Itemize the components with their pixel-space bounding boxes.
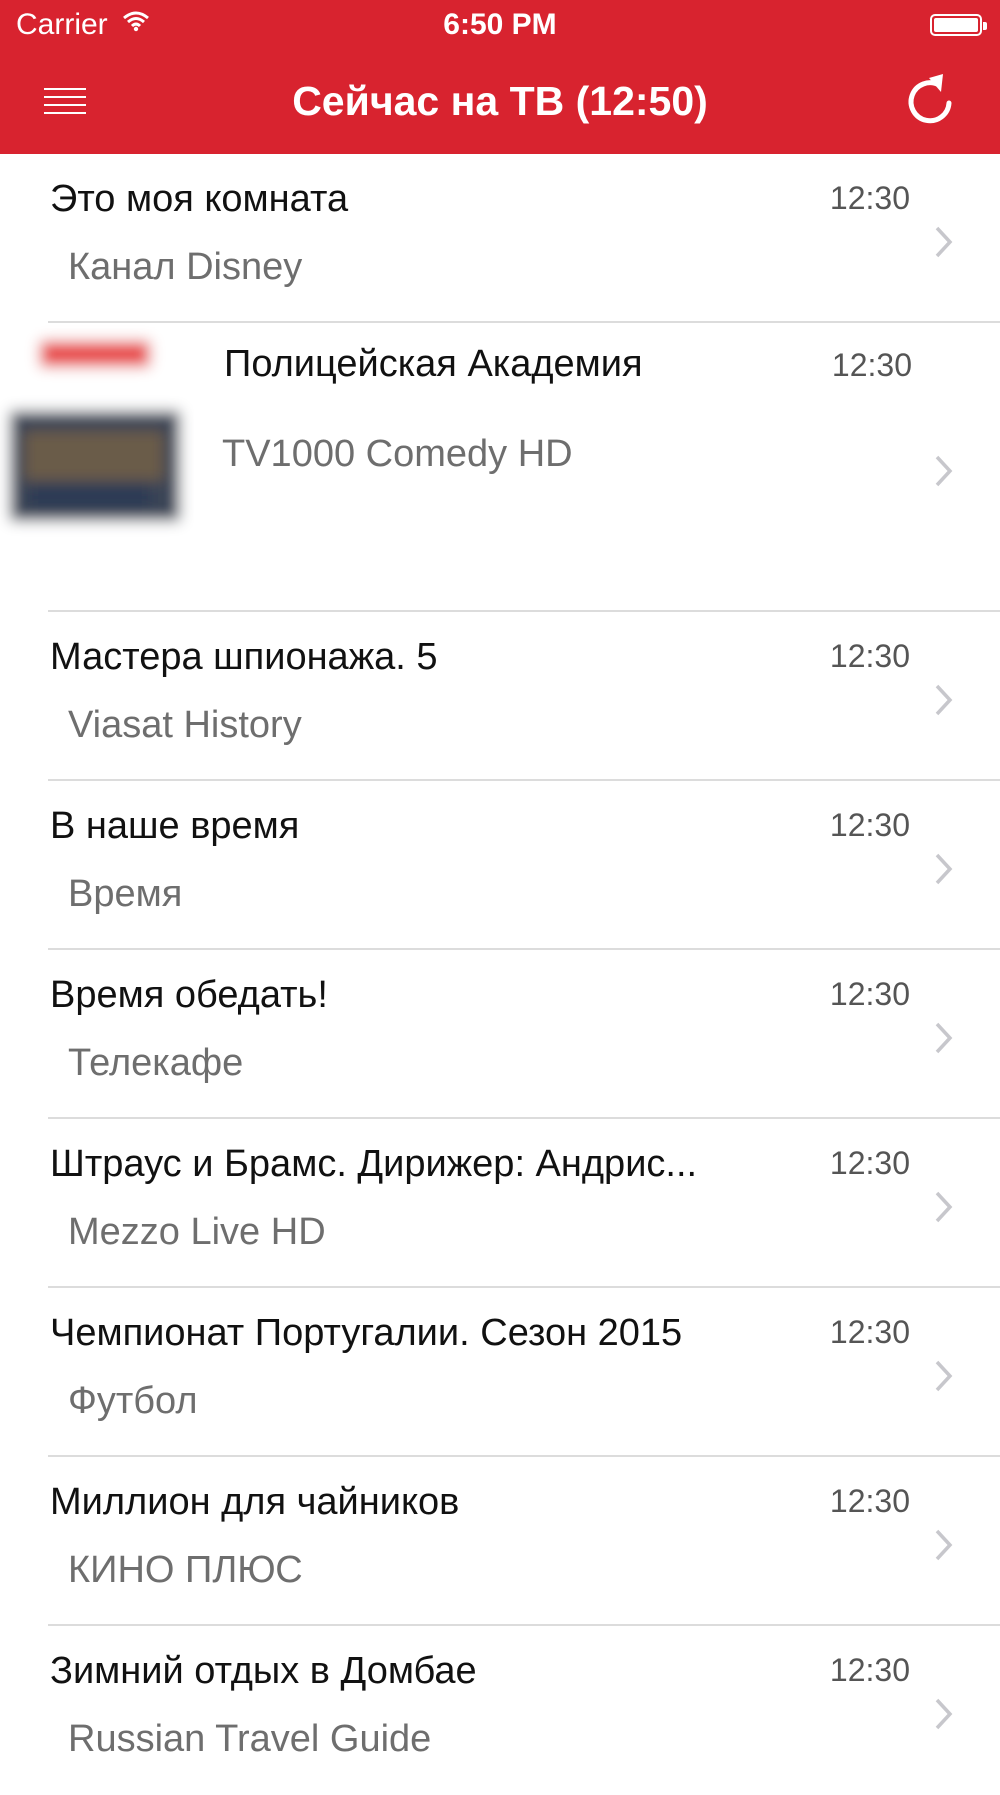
program-title: Чемпионат Португалии. Сезон 2015 — [50, 1312, 683, 1354]
channel-name: КИНО ПЛЮС — [68, 1549, 303, 1591]
program-time: 12:30 — [829, 1145, 910, 1181]
program-time: 12:30 — [829, 1652, 910, 1688]
channel-name: Viasat History — [68, 704, 302, 746]
program-title: Полицейская Академия — [224, 343, 643, 385]
navigation-bar: Carrier 6:50 PM Сейчас на ТВ (12:50) — [0, 0, 1000, 154]
channel-name: TV1000 Comedy HD — [222, 433, 573, 475]
page-title: Сейчас на ТВ (12:50) — [292, 78, 708, 124]
list-item[interactable]: Время обедать! Телекафе 12:30 — [0, 950, 1000, 1119]
chevron-right-icon — [935, 1022, 953, 1054]
chevron-right-icon — [935, 1529, 953, 1561]
list-item[interactable]: В наше время Время 12:30 — [0, 781, 1000, 950]
refresh-icon[interactable] — [902, 70, 958, 128]
list-item[interactable]: Это моя комната Канал Disney 12:30 — [0, 154, 1000, 323]
list-item[interactable]: Полицейская Академия TV1000 Comedy HD 12… — [0, 323, 1000, 612]
status-bar: Carrier 6:50 PM — [0, 0, 1000, 50]
channel-name: Телекафе — [68, 1042, 244, 1084]
list-item[interactable]: Зимний отдых в Домбае Russian Travel Gui… — [0, 1626, 1000, 1795]
program-title: Это моя комната — [50, 178, 349, 220]
channel-name: Канал Disney — [68, 246, 303, 288]
program-time: 12:30 — [829, 180, 910, 216]
program-thumbnail — [0, 323, 194, 593]
program-title: Мастера шпионажа. 5 — [50, 636, 438, 678]
program-title: В наше время — [50, 805, 300, 847]
program-time: 12:30 — [829, 976, 910, 1012]
chevron-right-icon — [935, 1191, 953, 1223]
program-list: Это моя комната Канал Disney 12:30 Полиц… — [0, 154, 1000, 1795]
program-time: 12:30 — [829, 638, 910, 674]
chevron-right-icon — [935, 684, 953, 716]
status-time: 6:50 PM — [443, 8, 557, 41]
chevron-right-icon — [935, 1360, 953, 1392]
chevron-right-icon — [935, 455, 953, 487]
chevron-right-icon — [935, 1698, 953, 1730]
program-title: Штраус и Брамс. Дирижер: Андрис... — [50, 1143, 698, 1185]
list-item[interactable]: Мастера шпионажа. 5 Viasat History 12:30 — [0, 612, 1000, 781]
channel-name: Время — [68, 873, 183, 915]
list-item[interactable]: Миллион для чайников КИНО ПЛЮС 12:30 — [0, 1457, 1000, 1626]
chevron-right-icon — [935, 226, 953, 258]
program-time: 12:30 — [829, 1314, 910, 1350]
battery-icon — [930, 14, 987, 36]
program-title: Миллион для чайников — [50, 1481, 460, 1523]
program-title: Время обедать! — [50, 974, 328, 1016]
list-item[interactable]: Чемпионат Португалии. Сезон 2015 Футбол … — [0, 1288, 1000, 1457]
list-item[interactable]: Штраус и Брамс. Дирижер: Андрис... Mezzo… — [0, 1119, 1000, 1288]
program-time: 12:30 — [829, 1483, 910, 1519]
channel-name: Russian Travel Guide — [68, 1718, 432, 1760]
channel-name: Mezzo Live HD — [68, 1211, 326, 1253]
channel-name: Футбол — [68, 1380, 198, 1422]
program-time: 12:30 — [831, 347, 912, 383]
program-title: Зимний отдых в Домбае — [50, 1650, 477, 1692]
chevron-right-icon — [935, 853, 953, 885]
program-time: 12:30 — [829, 807, 910, 843]
